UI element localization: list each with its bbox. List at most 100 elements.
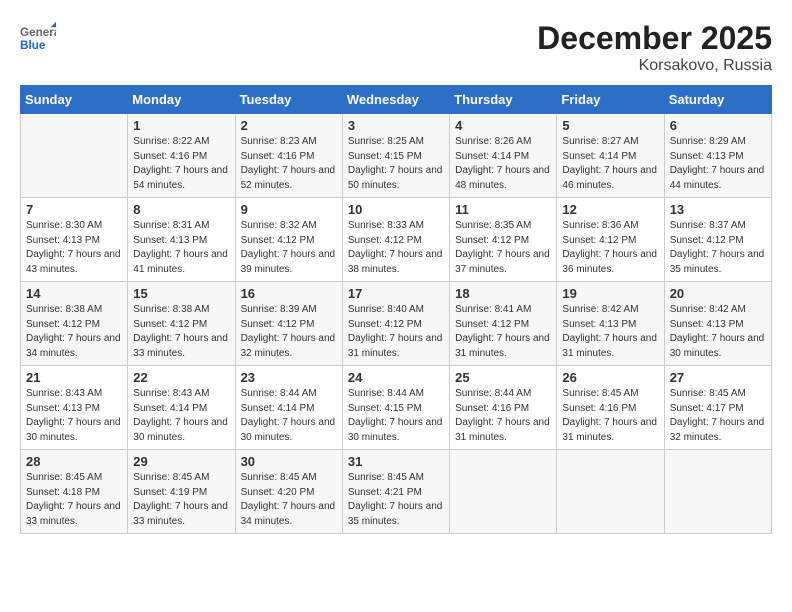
logo: General Blue: [20, 20, 60, 56]
calendar-day: 22 Sunrise: 8:43 AMSunset: 4:14 PMDaylig…: [128, 366, 235, 450]
calendar-day: 23 Sunrise: 8:44 AMSunset: 4:14 PMDaylig…: [235, 366, 342, 450]
day-detail: Sunrise: 8:44 AMSunset: 4:15 PMDaylight:…: [348, 387, 444, 445]
day-detail: Sunrise: 8:45 AMSunset: 4:18 PMDaylight:…: [26, 471, 122, 529]
calendar-week-2: 7 Sunrise: 8:30 AMSunset: 4:13 PMDayligh…: [21, 198, 772, 282]
day-number: 30: [241, 454, 337, 469]
day-detail: Sunrise: 8:38 AMSunset: 4:12 PMDaylight:…: [133, 303, 229, 361]
calendar-table: Sunday Monday Tuesday Wednesday Thursday…: [20, 85, 772, 534]
day-number: 20: [670, 286, 766, 301]
day-detail: Sunrise: 8:26 AMSunset: 4:14 PMDaylight:…: [455, 135, 551, 193]
day-number: 23: [241, 370, 337, 385]
calendar-day: 25 Sunrise: 8:44 AMSunset: 4:16 PMDaylig…: [450, 366, 557, 450]
day-number: 16: [241, 286, 337, 301]
day-number: 24: [348, 370, 444, 385]
day-detail: Sunrise: 8:32 AMSunset: 4:12 PMDaylight:…: [241, 219, 337, 277]
calendar-day: 30 Sunrise: 8:45 AMSunset: 4:20 PMDaylig…: [235, 450, 342, 534]
day-number: 14: [26, 286, 122, 301]
day-detail: Sunrise: 8:45 AMSunset: 4:21 PMDaylight:…: [348, 471, 444, 529]
calendar-day: 16 Sunrise: 8:39 AMSunset: 4:12 PMDaylig…: [235, 282, 342, 366]
calendar-day: [664, 450, 771, 534]
calendar-day: [450, 450, 557, 534]
day-detail: Sunrise: 8:44 AMSunset: 4:16 PMDaylight:…: [455, 387, 551, 445]
calendar-day: [557, 450, 664, 534]
day-detail: Sunrise: 8:37 AMSunset: 4:12 PMDaylight:…: [670, 219, 766, 277]
day-detail: Sunrise: 8:36 AMSunset: 4:12 PMDaylight:…: [562, 219, 658, 277]
calendar-day: 9 Sunrise: 8:32 AMSunset: 4:12 PMDayligh…: [235, 198, 342, 282]
day-detail: Sunrise: 8:42 AMSunset: 4:13 PMDaylight:…: [562, 303, 658, 361]
calendar-day: 8 Sunrise: 8:31 AMSunset: 4:13 PMDayligh…: [128, 198, 235, 282]
calendar-day: 7 Sunrise: 8:30 AMSunset: 4:13 PMDayligh…: [21, 198, 128, 282]
day-number: 17: [348, 286, 444, 301]
day-number: 2: [241, 118, 337, 133]
calendar-day: [21, 114, 128, 198]
col-wednesday: Wednesday: [342, 86, 449, 114]
calendar-week-4: 21 Sunrise: 8:43 AMSunset: 4:13 PMDaylig…: [21, 366, 772, 450]
col-tuesday: Tuesday: [235, 86, 342, 114]
day-number: 22: [133, 370, 229, 385]
day-detail: Sunrise: 8:22 AMSunset: 4:16 PMDaylight:…: [133, 135, 229, 193]
svg-text:General: General: [20, 26, 56, 39]
day-number: 10: [348, 202, 444, 217]
col-thursday: Thursday: [450, 86, 557, 114]
col-monday: Monday: [128, 86, 235, 114]
title-block: December 2025 Korsakovo, Russia: [537, 20, 772, 75]
day-detail: Sunrise: 8:23 AMSunset: 4:16 PMDaylight:…: [241, 135, 337, 193]
day-number: 9: [241, 202, 337, 217]
day-detail: Sunrise: 8:43 AMSunset: 4:14 PMDaylight:…: [133, 387, 229, 445]
calendar-week-5: 28 Sunrise: 8:45 AMSunset: 4:18 PMDaylig…: [21, 450, 772, 534]
day-detail: Sunrise: 8:40 AMSunset: 4:12 PMDaylight:…: [348, 303, 444, 361]
day-detail: Sunrise: 8:45 AMSunset: 4:16 PMDaylight:…: [562, 387, 658, 445]
day-number: 19: [562, 286, 658, 301]
day-detail: Sunrise: 8:33 AMSunset: 4:12 PMDaylight:…: [348, 219, 444, 277]
calendar-day: 6 Sunrise: 8:29 AMSunset: 4:13 PMDayligh…: [664, 114, 771, 198]
col-friday: Friday: [557, 86, 664, 114]
calendar-day: 20 Sunrise: 8:42 AMSunset: 4:13 PMDaylig…: [664, 282, 771, 366]
col-sunday: Sunday: [21, 86, 128, 114]
calendar-day: 21 Sunrise: 8:43 AMSunset: 4:13 PMDaylig…: [21, 366, 128, 450]
day-detail: Sunrise: 8:42 AMSunset: 4:13 PMDaylight:…: [670, 303, 766, 361]
day-number: 7: [26, 202, 122, 217]
day-number: 13: [670, 202, 766, 217]
day-detail: Sunrise: 8:35 AMSunset: 4:12 PMDaylight:…: [455, 219, 551, 277]
calendar-day: 27 Sunrise: 8:45 AMSunset: 4:17 PMDaylig…: [664, 366, 771, 450]
calendar-day: 14 Sunrise: 8:38 AMSunset: 4:12 PMDaylig…: [21, 282, 128, 366]
calendar-day: 10 Sunrise: 8:33 AMSunset: 4:12 PMDaylig…: [342, 198, 449, 282]
calendar-day: 11 Sunrise: 8:35 AMSunset: 4:12 PMDaylig…: [450, 198, 557, 282]
day-number: 15: [133, 286, 229, 301]
day-number: 18: [455, 286, 551, 301]
day-detail: Sunrise: 8:29 AMSunset: 4:13 PMDaylight:…: [670, 135, 766, 193]
calendar-day: 2 Sunrise: 8:23 AMSunset: 4:16 PMDayligh…: [235, 114, 342, 198]
day-number: 6: [670, 118, 766, 133]
day-number: 11: [455, 202, 551, 217]
day-number: 21: [26, 370, 122, 385]
day-detail: Sunrise: 8:38 AMSunset: 4:12 PMDaylight:…: [26, 303, 122, 361]
day-detail: Sunrise: 8:25 AMSunset: 4:15 PMDaylight:…: [348, 135, 444, 193]
day-number: 31: [348, 454, 444, 469]
calendar-day: 24 Sunrise: 8:44 AMSunset: 4:15 PMDaylig…: [342, 366, 449, 450]
calendar-day: 19 Sunrise: 8:42 AMSunset: 4:13 PMDaylig…: [557, 282, 664, 366]
page-header: General Blue December 2025 Korsakovo, Ru…: [20, 20, 772, 75]
calendar-day: 12 Sunrise: 8:36 AMSunset: 4:12 PMDaylig…: [557, 198, 664, 282]
day-detail: Sunrise: 8:45 AMSunset: 4:20 PMDaylight:…: [241, 471, 337, 529]
svg-text:Blue: Blue: [20, 39, 46, 52]
calendar-day: 29 Sunrise: 8:45 AMSunset: 4:19 PMDaylig…: [128, 450, 235, 534]
day-number: 26: [562, 370, 658, 385]
day-number: 12: [562, 202, 658, 217]
day-detail: Sunrise: 8:43 AMSunset: 4:13 PMDaylight:…: [26, 387, 122, 445]
day-number: 29: [133, 454, 229, 469]
calendar-day: 4 Sunrise: 8:26 AMSunset: 4:14 PMDayligh…: [450, 114, 557, 198]
calendar-day: 13 Sunrise: 8:37 AMSunset: 4:12 PMDaylig…: [664, 198, 771, 282]
day-number: 8: [133, 202, 229, 217]
day-number: 27: [670, 370, 766, 385]
day-detail: Sunrise: 8:30 AMSunset: 4:13 PMDaylight:…: [26, 219, 122, 277]
day-number: 1: [133, 118, 229, 133]
day-detail: Sunrise: 8:41 AMSunset: 4:12 PMDaylight:…: [455, 303, 551, 361]
day-number: 25: [455, 370, 551, 385]
calendar-day: 3 Sunrise: 8:25 AMSunset: 4:15 PMDayligh…: [342, 114, 449, 198]
day-number: 3: [348, 118, 444, 133]
calendar-day: 15 Sunrise: 8:38 AMSunset: 4:12 PMDaylig…: [128, 282, 235, 366]
day-detail: Sunrise: 8:45 AMSunset: 4:19 PMDaylight:…: [133, 471, 229, 529]
calendar-day: 5 Sunrise: 8:27 AMSunset: 4:14 PMDayligh…: [557, 114, 664, 198]
day-number: 5: [562, 118, 658, 133]
logo-icon: General Blue: [20, 20, 56, 56]
